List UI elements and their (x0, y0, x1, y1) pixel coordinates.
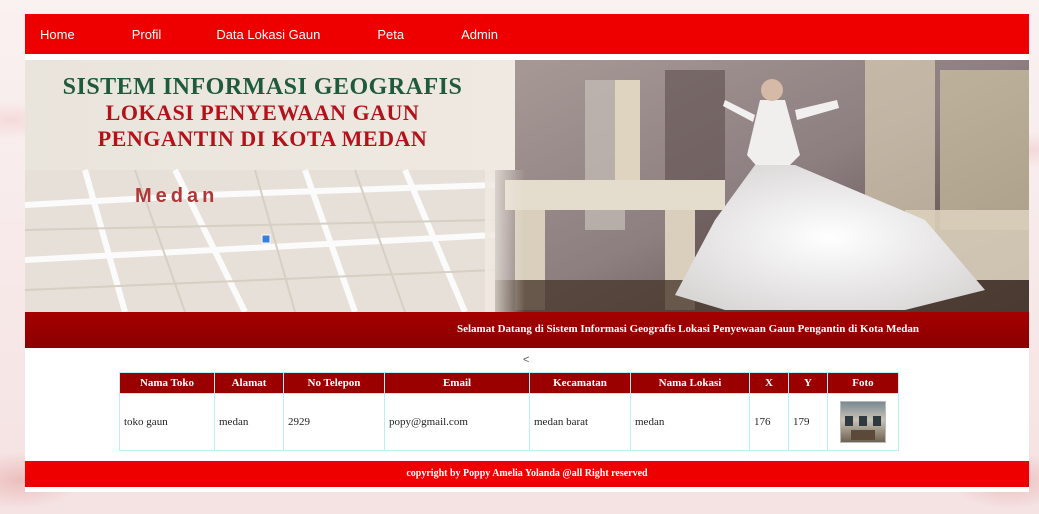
col-nama-toko: Nama Toko (120, 373, 214, 393)
store-photo[interactable] (840, 401, 886, 443)
lokasi-gaun-table: Nama Toko Alamat No Telepon Email Kecama… (119, 372, 899, 451)
page-container: Home Profil Data Lokasi Gaun Peta Admin (25, 14, 1029, 492)
cell-nama-lokasi: medan (631, 394, 749, 450)
nav-admin[interactable]: Admin (461, 27, 498, 42)
cell-x: 176 (750, 394, 788, 450)
welcome-text: Selamat Datang di Sistem Informasi Geogr… (456, 323, 919, 335)
cell-no-telepon: 2929 (284, 394, 384, 450)
cell-kecamatan: medan barat (530, 394, 630, 450)
table-row: toko gaun medan 2929 popy@gmail.com meda… (120, 394, 898, 450)
cell-email: popy@gmail.com (385, 394, 529, 450)
cell-foto (828, 394, 898, 450)
cell-y: 179 (789, 394, 827, 450)
main-navbar: Home Profil Data Lokasi Gaun Peta Admin (25, 14, 1029, 54)
col-foto: Foto (828, 373, 898, 393)
banner-title-line3: PENGANTIN DI KOTA MEDAN (97, 126, 428, 151)
marquee-arrow: < (523, 354, 530, 366)
banner-title: SISTEM INFORMASI GEOGRAFIS LOKASI PENYEW… (25, 74, 500, 152)
header-banner: SISTEM INFORMASI GEOGRAFIS LOKASI PENYEW… (25, 60, 1029, 312)
col-no-telepon: No Telepon (284, 373, 384, 393)
cell-nama-toko: toko gaun (120, 394, 214, 450)
col-kecamatan: Kecamatan (530, 373, 630, 393)
cell-alamat: medan (215, 394, 283, 450)
welcome-bar: Selamat Datang di Sistem Informasi Geogr… (25, 312, 1029, 348)
banner-title-line1: SISTEM INFORMASI GEOGRAFIS (62, 74, 463, 100)
nav-peta[interactable]: Peta (377, 27, 404, 42)
col-alamat: Alamat (215, 373, 283, 393)
nav-home[interactable]: Home (40, 27, 75, 42)
col-y: Y (789, 373, 827, 393)
col-email: Email (385, 373, 529, 393)
col-nama-lokasi: Nama Lokasi (631, 373, 749, 393)
banner-title-line2: LOKASI PENYEWAAN GAUN (105, 100, 420, 125)
footer-copyright: copyright by Poppy Amelia Yolanda @all R… (406, 468, 648, 479)
col-x: X (750, 373, 788, 393)
footer-bar: copyright by Poppy Amelia Yolanda @all R… (25, 461, 1029, 487)
map-city-label: Medan (135, 185, 219, 207)
nav-profil[interactable]: Profil (132, 27, 162, 42)
nav-data-lokasi-gaun[interactable]: Data Lokasi Gaun (216, 27, 320, 42)
table-header-row: Nama Toko Alamat No Telepon Email Kecama… (120, 373, 898, 393)
